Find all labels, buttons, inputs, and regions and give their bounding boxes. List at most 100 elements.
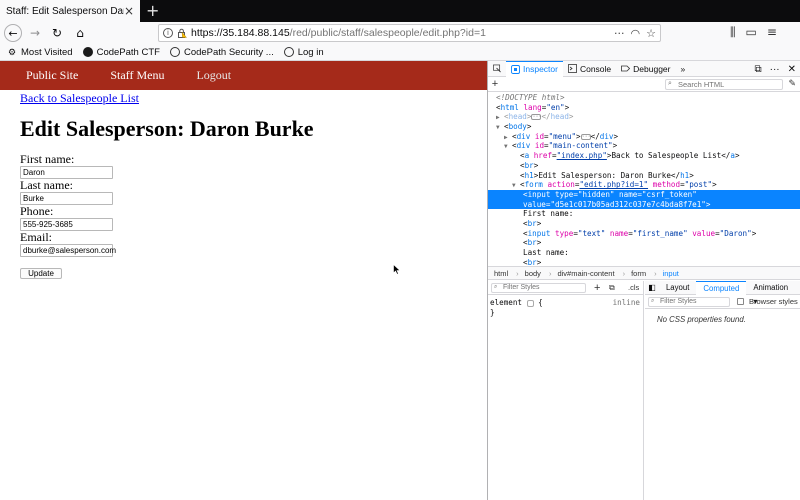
devtools-panel: Inspector Console Debugger » ⧉ ··· ✕ + ⌕… <box>487 60 800 500</box>
filter-styles-input[interactable]: Filter Styles <box>491 283 586 293</box>
rules-toolbar: ⌕ Filter Styles + ⧉ .cls <box>488 281 643 295</box>
bookmark-codepath-ctf[interactable]: CodePath CTF <box>82 46 160 58</box>
rules-pane: ⌕ Filter Styles + ⧉ .cls inline element … <box>488 281 644 500</box>
close-devtools-icon[interactable]: ✕ <box>788 64 796 75</box>
markup-line-first-name-input[interactable]: <input type="text" name="first_name" val… <box>488 229 800 239</box>
bookmark-codepath-security[interactable]: CodePath Security ... <box>169 47 274 58</box>
markup-line-br[interactable]: <br> <box>488 161 800 171</box>
update-button[interactable]: Update <box>20 268 62 279</box>
globe-icon <box>169 47 180 57</box>
new-tab-button[interactable]: + <box>146 1 159 20</box>
devtools-window-controls: ⧉ ··· ✕ <box>754 61 796 77</box>
tab-layout[interactable]: Layout <box>659 281 696 295</box>
rule-selector[interactable]: element <box>490 298 522 307</box>
markup-line-menu-div[interactable]: ▶ <div id="menu">···</div> <box>488 132 800 142</box>
markup-line-form[interactable]: ▼ <form action="edit.php?id=1" method="po… <box>488 180 800 190</box>
add-rule-button[interactable]: + <box>594 281 600 295</box>
tab-close-icon[interactable]: × <box>124 4 134 18</box>
eyedropper-icon[interactable]: ✎ <box>788 78 796 89</box>
breadcrumb-separator: › <box>654 268 657 278</box>
console-icon <box>568 64 577 73</box>
collapsed-ellipsis-icon[interactable]: ··· <box>531 114 541 121</box>
breadcrumb-form[interactable]: form <box>631 269 646 278</box>
edit-salesperson-form: First name: Daron Last name: Burke Phone… <box>20 152 220 279</box>
bookmark-label: CodePath CTF <box>96 46 160 58</box>
reload-button[interactable]: ↻ <box>48 24 66 42</box>
close-brace: } <box>490 308 495 317</box>
forward-button[interactable]: → <box>26 24 44 42</box>
breadcrumb-html[interactable]: html <box>494 269 508 278</box>
bookmark-star-icon[interactable]: ☆ <box>646 27 656 40</box>
collapse-twisty-icon[interactable]: ▼ <box>504 142 512 152</box>
tab-label: Console <box>579 63 612 74</box>
active-tab[interactable]: Staff: Edit Salesperson Daron Burke × <box>0 0 140 22</box>
computed-filter-input[interactable]: Filter Styles <box>648 297 730 307</box>
hamburger-menu-icon[interactable]: ≡ <box>767 25 777 40</box>
collapsed-ellipsis-icon[interactable]: ··· <box>580 133 591 140</box>
bookmark-most-visited[interactable]: ⚙ Most Visited <box>7 47 73 58</box>
breadcrumb-body[interactable]: body <box>525 269 541 278</box>
markup-line-text[interactable]: First name: <box>488 209 800 219</box>
markup-line-body[interactable]: ▼ <body> <box>488 122 800 132</box>
markup-line-h1[interactable]: <h1>Edit Salesperson: Daron Burke</h1> <box>488 171 800 181</box>
dock-icon[interactable]: ⧉ <box>754 64 761 75</box>
insecure-lock-icon[interactable] <box>177 28 187 38</box>
markup-line-br[interactable]: <br> <box>488 258 800 265</box>
toolbar-right: ⫼ ▭ ≡ <box>730 25 777 40</box>
markup-line-main-div[interactable]: ▼ <div id="main-content"> <box>488 141 800 151</box>
mouse-cursor-icon <box>393 264 401 275</box>
tab-inspector[interactable]: Inspector <box>506 60 563 77</box>
pocket-icon[interactable]: ◠ <box>631 27 641 40</box>
menu-link-staff-menu[interactable]: Staff Menu <box>110 68 164 83</box>
rule-highlight-icon[interactable] <box>526 299 534 307</box>
markup-line-csrf-value-selected[interactable]: value="d5e1c017b05ad312c037e7c4bda8f7e1"… <box>488 199 800 210</box>
pseudo-class-toggle-icon[interactable]: ⧉ <box>609 283 615 293</box>
markup-line-br[interactable]: <br> <box>488 219 800 229</box>
bookmark-label: Log in <box>297 46 324 58</box>
tab-label: Inspector <box>523 64 558 74</box>
back-to-list-link[interactable]: Back to Salespeople List <box>20 91 139 106</box>
browser-styles-checkbox[interactable] <box>737 298 744 305</box>
markup-line-anchor[interactable]: <a href="index.php">Back to Salespeople … <box>488 151 800 161</box>
markup-line-text[interactable]: Last name: <box>488 248 800 258</box>
breadcrumb-main-content[interactable]: div#main-content <box>557 269 614 278</box>
sidebar-icon[interactable]: ▭ <box>746 25 757 40</box>
menu-link-logout[interactable]: Logout <box>196 68 231 83</box>
email-field[interactable]: dburke@salesperson.com <box>20 244 116 257</box>
markup-line-doctype[interactable]: <!DOCTYPE html> <box>488 93 800 103</box>
breadcrumb-input[interactable]: input <box>663 269 679 278</box>
add-node-button[interactable]: + <box>488 78 502 90</box>
collapse-twisty-icon[interactable]: ▼ <box>496 123 504 133</box>
first-name-label: First name: <box>20 152 75 166</box>
library-icon[interactable]: ⫼ <box>730 25 736 40</box>
markup-line-csrf-input-selected[interactable]: <input type="hidden" name="csrf_token" <box>488 189 800 200</box>
search-html-input[interactable]: Search HTML <box>665 79 783 90</box>
more-tabs-button[interactable]: » <box>676 61 691 77</box>
url-text[interactable]: https://35.184.88.145/red/public/staff/s… <box>191 27 608 39</box>
markup-line-head[interactable]: ▶ <head>···</head> <box>488 112 800 122</box>
markup-line-html[interactable]: <html lang="en"> <box>488 103 800 113</box>
toggle-sidebar-icon[interactable]: ◧ <box>645 283 659 292</box>
tab-console[interactable]: Console <box>563 61 616 77</box>
globe-icon <box>283 47 294 57</box>
menu-link-public-site[interactable]: Public Site <box>26 68 78 83</box>
tab-debugger[interactable]: Debugger <box>616 61 675 77</box>
collapse-twisty-icon[interactable]: ▼ <box>512 181 520 191</box>
page-actions-icon[interactable]: ··· <box>614 27 625 40</box>
tab-label: Animation <box>753 282 789 292</box>
element-picker-icon[interactable] <box>488 61 506 77</box>
gear-icon: ⚙ <box>7 46 17 57</box>
tab-animation[interactable]: Animation ▾ <box>746 281 800 306</box>
codepath-icon <box>82 47 93 57</box>
class-toggle-button[interactable]: .cls <box>628 283 639 292</box>
devtools-menu-icon[interactable]: ··· <box>770 64 780 75</box>
markup-line-br[interactable]: <br> <box>488 238 800 248</box>
home-button[interactable]: ⌂ <box>71 24 89 42</box>
tab-computed[interactable]: Computed <box>696 280 747 295</box>
url-bar[interactable]: i https://35.184.88.145/red/public/staff… <box>158 24 661 42</box>
bookmark-log-in[interactable]: Log in <box>283 46 324 58</box>
back-button[interactable]: ← <box>4 24 22 42</box>
breadcrumb: html › body › div#main-content › form › … <box>488 266 800 280</box>
email-label: Email: <box>20 230 52 244</box>
info-icon[interactable]: i <box>163 28 173 38</box>
